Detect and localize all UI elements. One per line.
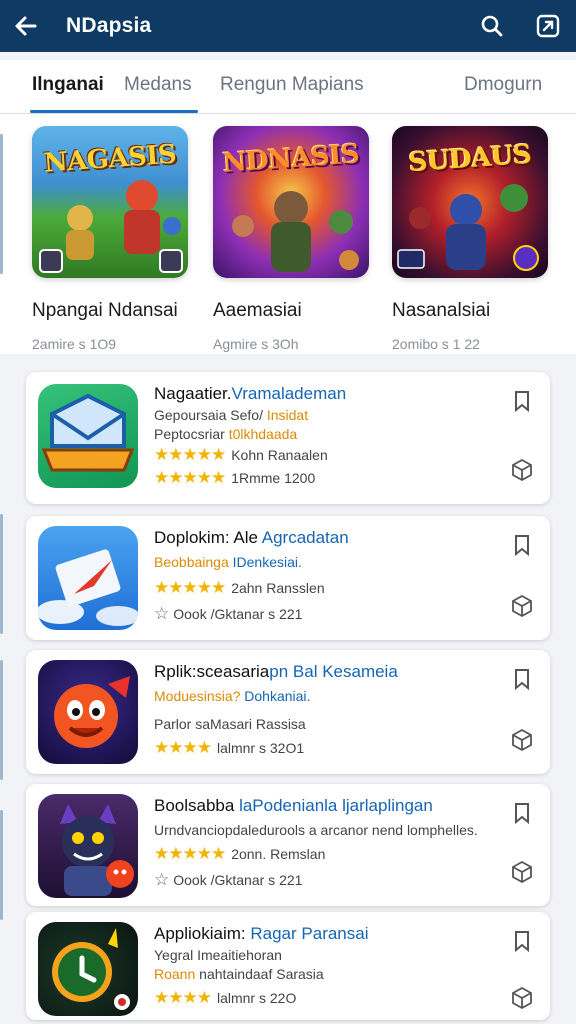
app-title: Doplokim: Ale Agrcadatan <box>154 528 349 547</box>
app-rating: ★★★★★ Kohn Ranaalen <box>154 445 328 464</box>
active-tab-indicator <box>30 110 198 113</box>
app-list-item[interactable]: Doplokim: Ale Agrcadatan Beobbainga IDen… <box>26 516 550 640</box>
featured-section: NAGASIS Npangai Ndansai 2amire s 1O9 NDN… <box>0 114 576 354</box>
app-rating: ★★★★★ 2onn. Remslan <box>154 844 326 863</box>
app-list-item[interactable]: Boolsabba laPodenianla ljarlaplingan Urn… <box>26 784 550 906</box>
star-rating-icon: ★★★★★ <box>154 578 226 597</box>
app-icon <box>38 384 138 488</box>
app-title: Appliokiaim: Ragar Paransai <box>154 924 369 943</box>
tab-dmogurn[interactable]: Dmogurn <box>464 74 542 96</box>
app-list-item[interactable]: Rplik:sceasariapn Bal Kesameia Moduesins… <box>26 650 550 774</box>
app-publisher: Moduesinsia? Dohkaniai. <box>154 688 311 704</box>
app-category: Parlor saMasari Rassisa <box>154 716 306 732</box>
app-title: Nagaatier.Vramalademan <box>154 384 347 403</box>
app-list-item[interactable]: Nagaatier.Vramalademan Gepoursaia Sefo/ … <box>26 372 550 504</box>
featured-sub: Agmire s 3Oh <box>213 336 299 352</box>
featured-artwork: NDNASIS <box>213 126 369 278</box>
search-button[interactable] <box>464 0 520 52</box>
bookmark-icon[interactable] <box>512 390 532 412</box>
star-rating-icon: ★★★★★ <box>154 844 226 863</box>
bookmark-icon[interactable] <box>512 802 532 824</box>
open-external-button[interactable] <box>520 0 576 52</box>
scroll-edge-indicator <box>0 810 3 920</box>
app-rating: ★★★★ lalmnr s 22O <box>154 988 297 1007</box>
tab-medans[interactable]: Medans <box>124 74 192 96</box>
bookmark-icon[interactable] <box>512 668 532 690</box>
app-icon <box>38 660 138 764</box>
package-icon[interactable] <box>510 728 534 752</box>
package-icon[interactable] <box>510 458 534 482</box>
star-rating-icon: ★★★★★ <box>154 445 226 464</box>
app-publisher: Beobbainga IDenkesiai. <box>154 554 302 570</box>
app-title: Boolsabba laPodenianla ljarlaplingan <box>154 796 433 815</box>
app-title: Rplik:sceasariapn Bal Kesameia <box>154 662 398 681</box>
app-bar: NDapsia <box>0 0 576 52</box>
package-icon[interactable] <box>510 860 534 884</box>
app-downloads: ☆ Oook /Gktanar s 221 <box>154 604 303 623</box>
featured-item[interactable]: SUDAUS Nasanalsiai 2omibo s 1 22 <box>392 126 552 352</box>
featured-item[interactable]: NDNASIS Aaemasiai Agmire s 3Oh <box>213 126 373 352</box>
search-icon <box>481 15 503 37</box>
app-category: Roann nahtaindaaf Sarasia <box>154 966 324 982</box>
scroll-edge-indicator <box>0 660 3 780</box>
featured-name: Npangai Ndansai <box>32 300 178 321</box>
featured-item[interactable]: NAGASIS Npangai Ndansai 2amire s 1O9 <box>32 126 192 352</box>
app-downloads: ★★★★★ 1Rmme 1200 <box>154 468 316 487</box>
package-icon[interactable] <box>510 594 534 618</box>
featured-sub: 2omibo s 1 22 <box>392 336 480 352</box>
app-icon <box>38 922 138 1016</box>
back-button[interactable] <box>0 0 52 52</box>
app-publisher: Gepoursaia Sefo/ Insidat <box>154 407 309 423</box>
featured-name: Aaemasiai <box>213 300 302 321</box>
bookmark-icon[interactable] <box>512 534 532 556</box>
app-rating: ★★★★ lalmnr s 32O1 <box>154 738 305 757</box>
tab-rengun-mapians[interactable]: Rengun Mapians <box>220 74 364 96</box>
package-icon[interactable] <box>510 986 534 1010</box>
featured-sub: 2amire s 1O9 <box>32 336 117 352</box>
featured-name: Nasanalsiai <box>392 300 491 321</box>
featured-artwork: NAGASIS <box>32 126 188 278</box>
app-description: Urndvanciopdaledurools a arcanor nend lo… <box>154 822 478 838</box>
app-title: NDapsia <box>66 14 152 37</box>
star-rating-icon: ★★★★ <box>154 738 212 757</box>
scroll-edge-indicator <box>0 134 3 274</box>
scroll-edge-indicator <box>0 514 3 634</box>
app-publisher: Yegral Imeaitiehoran <box>154 947 282 963</box>
bookmark-icon[interactable] <box>512 930 532 952</box>
app-list-item[interactable]: Appliokiaim: Ragar Paransai Yegral Imeai… <box>26 912 550 1020</box>
star-rating-icon: ★★★★ <box>154 988 212 1007</box>
app-downloads: ☆ Oook /Gktanar s 221 <box>154 870 303 889</box>
tab-bar: Ilnganai Medans Rengun Mapians Dmogurn <box>0 60 576 114</box>
app-category: Peptocsriar t0lkhdaada <box>154 426 298 442</box>
featured-artwork: SUDAUS <box>392 126 548 278</box>
arrow-left-icon <box>15 16 37 36</box>
app-icon <box>38 526 138 630</box>
star-rating-icon: ★★★★★ <box>154 468 226 487</box>
star-outline-icon: ☆ <box>154 870 170 889</box>
open-external-icon <box>536 14 560 38</box>
star-outline-icon: ☆ <box>154 604 170 623</box>
app-icon <box>38 794 138 898</box>
app-rating: ★★★★★ 2ahn Ransslen <box>154 578 325 597</box>
tab-ilnganai[interactable]: Ilnganai <box>32 74 104 96</box>
